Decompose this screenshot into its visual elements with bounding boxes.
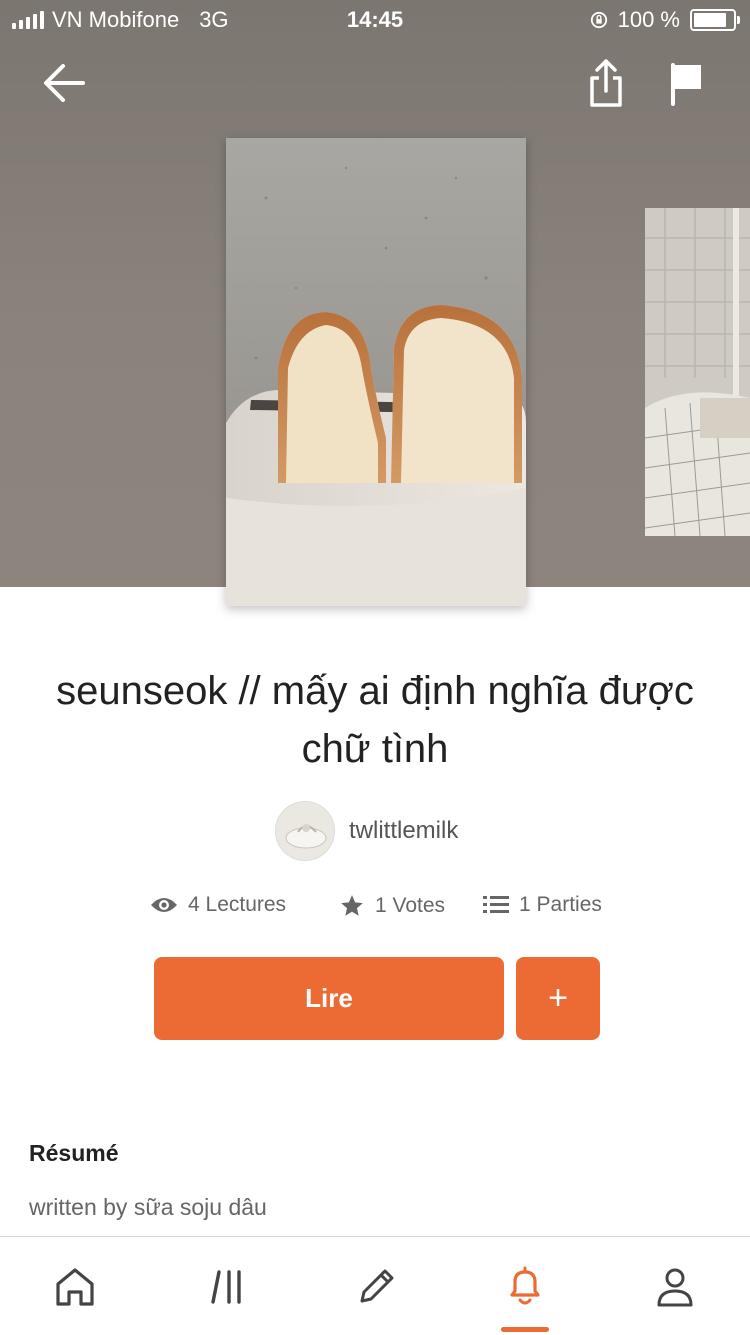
summary-heading: Résumé [29, 1140, 119, 1166]
reads-stat: 4 Lectures [150, 893, 286, 917]
home-icon [56, 1268, 94, 1306]
votes-stat: 1 Votes [339, 893, 445, 919]
story-stats: 4 Lectures 1 Votes 1 Parties [0, 893, 750, 927]
tab-profile[interactable] [650, 1261, 700, 1311]
story-cover-image[interactable] [226, 138, 526, 606]
battery-percent: 100 % [617, 7, 680, 32]
library-icon [211, 1270, 241, 1304]
summary-text: written by sữa soju dâu [29, 1194, 267, 1220]
parts-stat: 1 Parties [483, 893, 602, 917]
eye-icon [151, 898, 177, 912]
flag-icon [671, 63, 701, 106]
add-to-library-button[interactable]: + [516, 957, 600, 1040]
rotation-lock-icon [590, 11, 607, 29]
author-link[interactable]: twlittlemilk [275, 801, 458, 861]
bell-icon [510, 1266, 540, 1305]
bottom-tab-bar [0, 1236, 750, 1335]
tab-notifications[interactable] [500, 1261, 550, 1311]
read-button[interactable]: Lire [154, 957, 504, 1040]
person-icon [657, 1268, 693, 1307]
parts-count: 1 Parties [519, 893, 602, 916]
story-title: seunseok // mấy ai định nghĩa được chữ t… [56, 669, 694, 771]
author-name[interactable]: twlittlemilk [349, 817, 458, 845]
list-icon [483, 896, 509, 913]
battery-icon [690, 9, 740, 31]
active-tab-indicator [501, 1327, 549, 1332]
share-icon [590, 59, 622, 107]
author-avatar[interactable] [275, 801, 335, 861]
back-button[interactable] [39, 58, 89, 108]
reads-count: 4 Lectures [188, 893, 287, 916]
tab-write[interactable] [352, 1261, 402, 1311]
related-story-cover-image[interactable] [645, 208, 750, 536]
share-button[interactable] [581, 58, 631, 108]
pencil-icon [360, 1269, 394, 1303]
star-icon [341, 895, 363, 916]
report-button[interactable] [662, 58, 712, 108]
arrow-left-icon [44, 64, 85, 102]
tab-home[interactable] [50, 1261, 100, 1311]
status-bar: VN Mobifone 3G 14:45 100 % [0, 0, 750, 40]
tab-library[interactable] [204, 1261, 254, 1311]
votes-count: 1 Votes [375, 894, 446, 917]
